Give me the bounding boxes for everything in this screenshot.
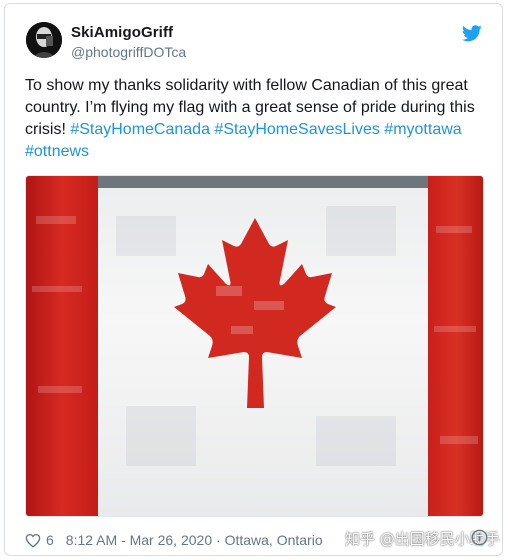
tweet-text: To show my thanks solidarity with fellow… <box>25 75 490 163</box>
hashtag-link[interactable]: #StayHomeCanada <box>70 121 210 138</box>
timestamp[interactable]: 8:12 AM - Mar 26, 2020 <box>66 532 212 548</box>
tweet-photo[interactable] <box>25 175 484 517</box>
heart-icon[interactable] <box>25 533 41 548</box>
hashtag-link[interactable]: #myottawa <box>384 121 461 138</box>
tweet-footer: 6 8:12 AM - Mar 26, 2020 · Ottawa, Ontar… <box>25 530 323 550</box>
meta-separator: · <box>212 532 225 548</box>
display-name[interactable]: SkiAmigoGriff <box>71 24 173 41</box>
hashtag-link[interactable]: #StayHomeSavesLives <box>214 121 379 138</box>
hashtag-link[interactable]: #ottnews <box>25 143 89 160</box>
info-icon[interactable] <box>471 529 488 546</box>
like-count[interactable]: 6 <box>46 532 54 548</box>
location-link[interactable]: Ottawa, Ontario <box>225 532 323 548</box>
tweet-card: SkiAmigoGriff @photogriffDOTca To show m… <box>4 3 503 556</box>
canada-flag-photo <box>26 176 483 516</box>
user-handle[interactable]: @photogriffDOTca <box>71 44 186 60</box>
twitter-bird-icon[interactable] <box>462 25 482 42</box>
avatar-photo-icon <box>26 22 62 58</box>
avatar[interactable] <box>26 22 62 58</box>
